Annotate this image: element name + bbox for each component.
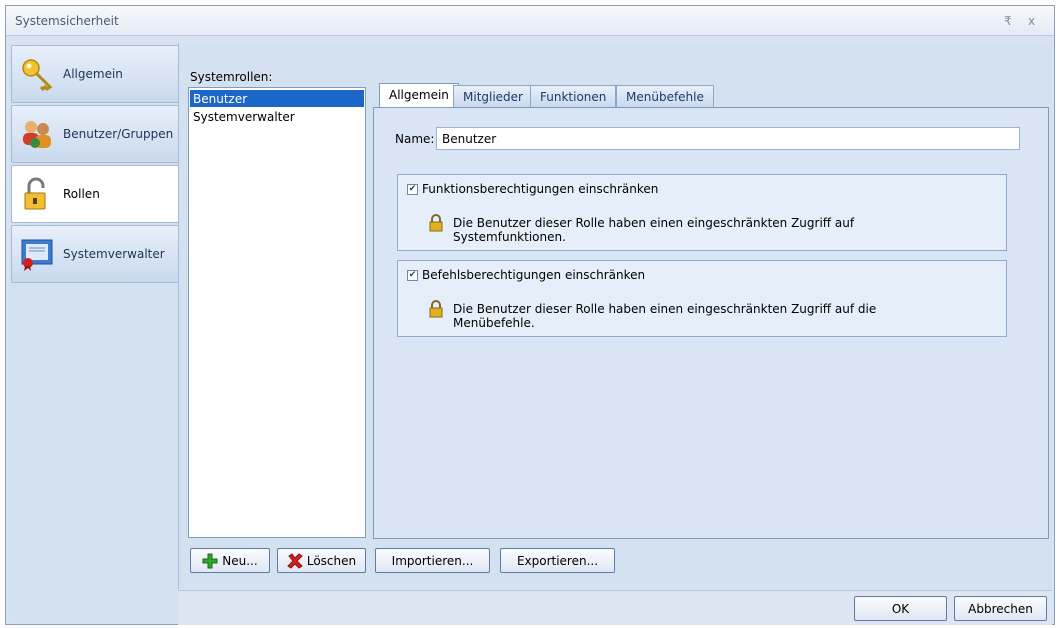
tab-funktionen[interactable]: Funktionen xyxy=(530,85,617,107)
new-role-button[interactable]: Neu... xyxy=(190,548,270,573)
commands-info-text: Die Benutzer dieser Rolle haben einen ei… xyxy=(453,302,893,330)
name-label: Name: xyxy=(395,132,435,146)
sidebar-item-label: Benutzer/Gruppen xyxy=(63,127,174,141)
sidebar-item-systemverwalter[interactable]: Systemverwalter xyxy=(11,225,179,283)
sidebar-item-allgemein[interactable]: Allgemein xyxy=(11,45,179,103)
ok-button[interactable]: OK xyxy=(854,596,947,621)
padlock-open-icon xyxy=(24,177,46,210)
commands-restrict-label[interactable]: Befehlsberechtigungen einschränken xyxy=(422,268,645,282)
import-button[interactable]: Importieren... xyxy=(375,548,490,573)
import-button-label: Importieren... xyxy=(391,553,474,568)
close-icon[interactable]: x xyxy=(1028,14,1035,28)
plus-icon xyxy=(202,553,218,568)
functions-info-line: Die Benutzer dieser Rolle haben einen ei… xyxy=(453,216,855,230)
commands-info-line: Die Benutzer dieser Rolle haben einen ei… xyxy=(453,302,877,316)
sidebar-item-label: Allgemein xyxy=(63,67,123,81)
system-security-window: Systemsicherheit ₹ x Allgemein Benutzer/… xyxy=(5,5,1055,625)
dialog-footer: OK Abbrechen xyxy=(178,590,1052,625)
key-icon xyxy=(22,59,53,91)
list-item[interactable]: Systemverwalter xyxy=(190,108,364,125)
window-title: Systemsicherheit xyxy=(15,14,119,28)
export-button-label: Exportieren... xyxy=(516,553,599,568)
new-button-label: Neu... xyxy=(222,553,258,568)
sidebar-item-label: Rollen xyxy=(63,187,100,201)
tab-menuebefehle[interactable]: Menübefehle xyxy=(616,85,714,107)
delete-role-button[interactable]: Löschen xyxy=(277,548,366,573)
lock-icon xyxy=(429,300,443,318)
lock-icon xyxy=(429,214,443,232)
users-icon xyxy=(23,121,51,148)
role-tabs: Allgemein Mitglieder Funktionen Menübefe… xyxy=(373,83,1049,539)
system-roles-label: Systemrollen: xyxy=(190,70,273,84)
tab-allgemein[interactable]: Allgemein xyxy=(379,83,459,108)
functions-restrict-label[interactable]: Funktionsberechtigungen einschränken xyxy=(422,182,658,196)
delete-button-label: Löschen xyxy=(306,553,357,568)
roles-content: Systemrollen: Benutzer Systemverwalter A… xyxy=(178,43,1052,589)
sidebar-nav: Allgemein Benutzer/Gruppen Rollen System… xyxy=(9,43,182,623)
functions-info-text: Die Benutzer dieser Rolle haben einen ei… xyxy=(453,216,893,244)
role-name-field[interactable] xyxy=(436,127,1020,150)
title-bar: Systemsicherheit ₹ x xyxy=(6,6,1054,36)
functions-permission-group: ✔ Funktionsberechtigungen einschränken D… xyxy=(397,174,1007,251)
commands-restrict-checkbox[interactable]: ✔ xyxy=(407,270,418,281)
sidebar-item-rollen[interactable]: Rollen xyxy=(11,165,182,223)
list-item[interactable]: Benutzer xyxy=(190,90,364,107)
pin-icon[interactable]: ₹ xyxy=(1004,14,1012,28)
tab-panel-allgemein: Name: ✔ Funktionsberechtigungen einschrä… xyxy=(373,107,1049,539)
commands-info-line: Menübefehle. xyxy=(453,316,535,330)
sidebar-item-benutzer-gruppen[interactable]: Benutzer/Gruppen xyxy=(11,105,179,163)
cancel-button[interactable]: Abbrechen xyxy=(954,596,1047,621)
tab-mitglieder[interactable]: Mitglieder xyxy=(453,85,533,107)
functions-info-line: Systemfunktionen. xyxy=(453,230,566,244)
delete-x-icon xyxy=(287,552,303,569)
functions-restrict-checkbox[interactable]: ✔ xyxy=(407,184,418,195)
certificate-icon xyxy=(21,239,53,271)
sidebar-item-label: Systemverwalter xyxy=(63,247,165,261)
commands-permission-group: ✔ Befehlsberechtigungen einschränken Die… xyxy=(397,260,1007,337)
export-button[interactable]: Exportieren... xyxy=(500,548,615,573)
system-roles-list[interactable]: Benutzer Systemverwalter xyxy=(188,87,366,538)
